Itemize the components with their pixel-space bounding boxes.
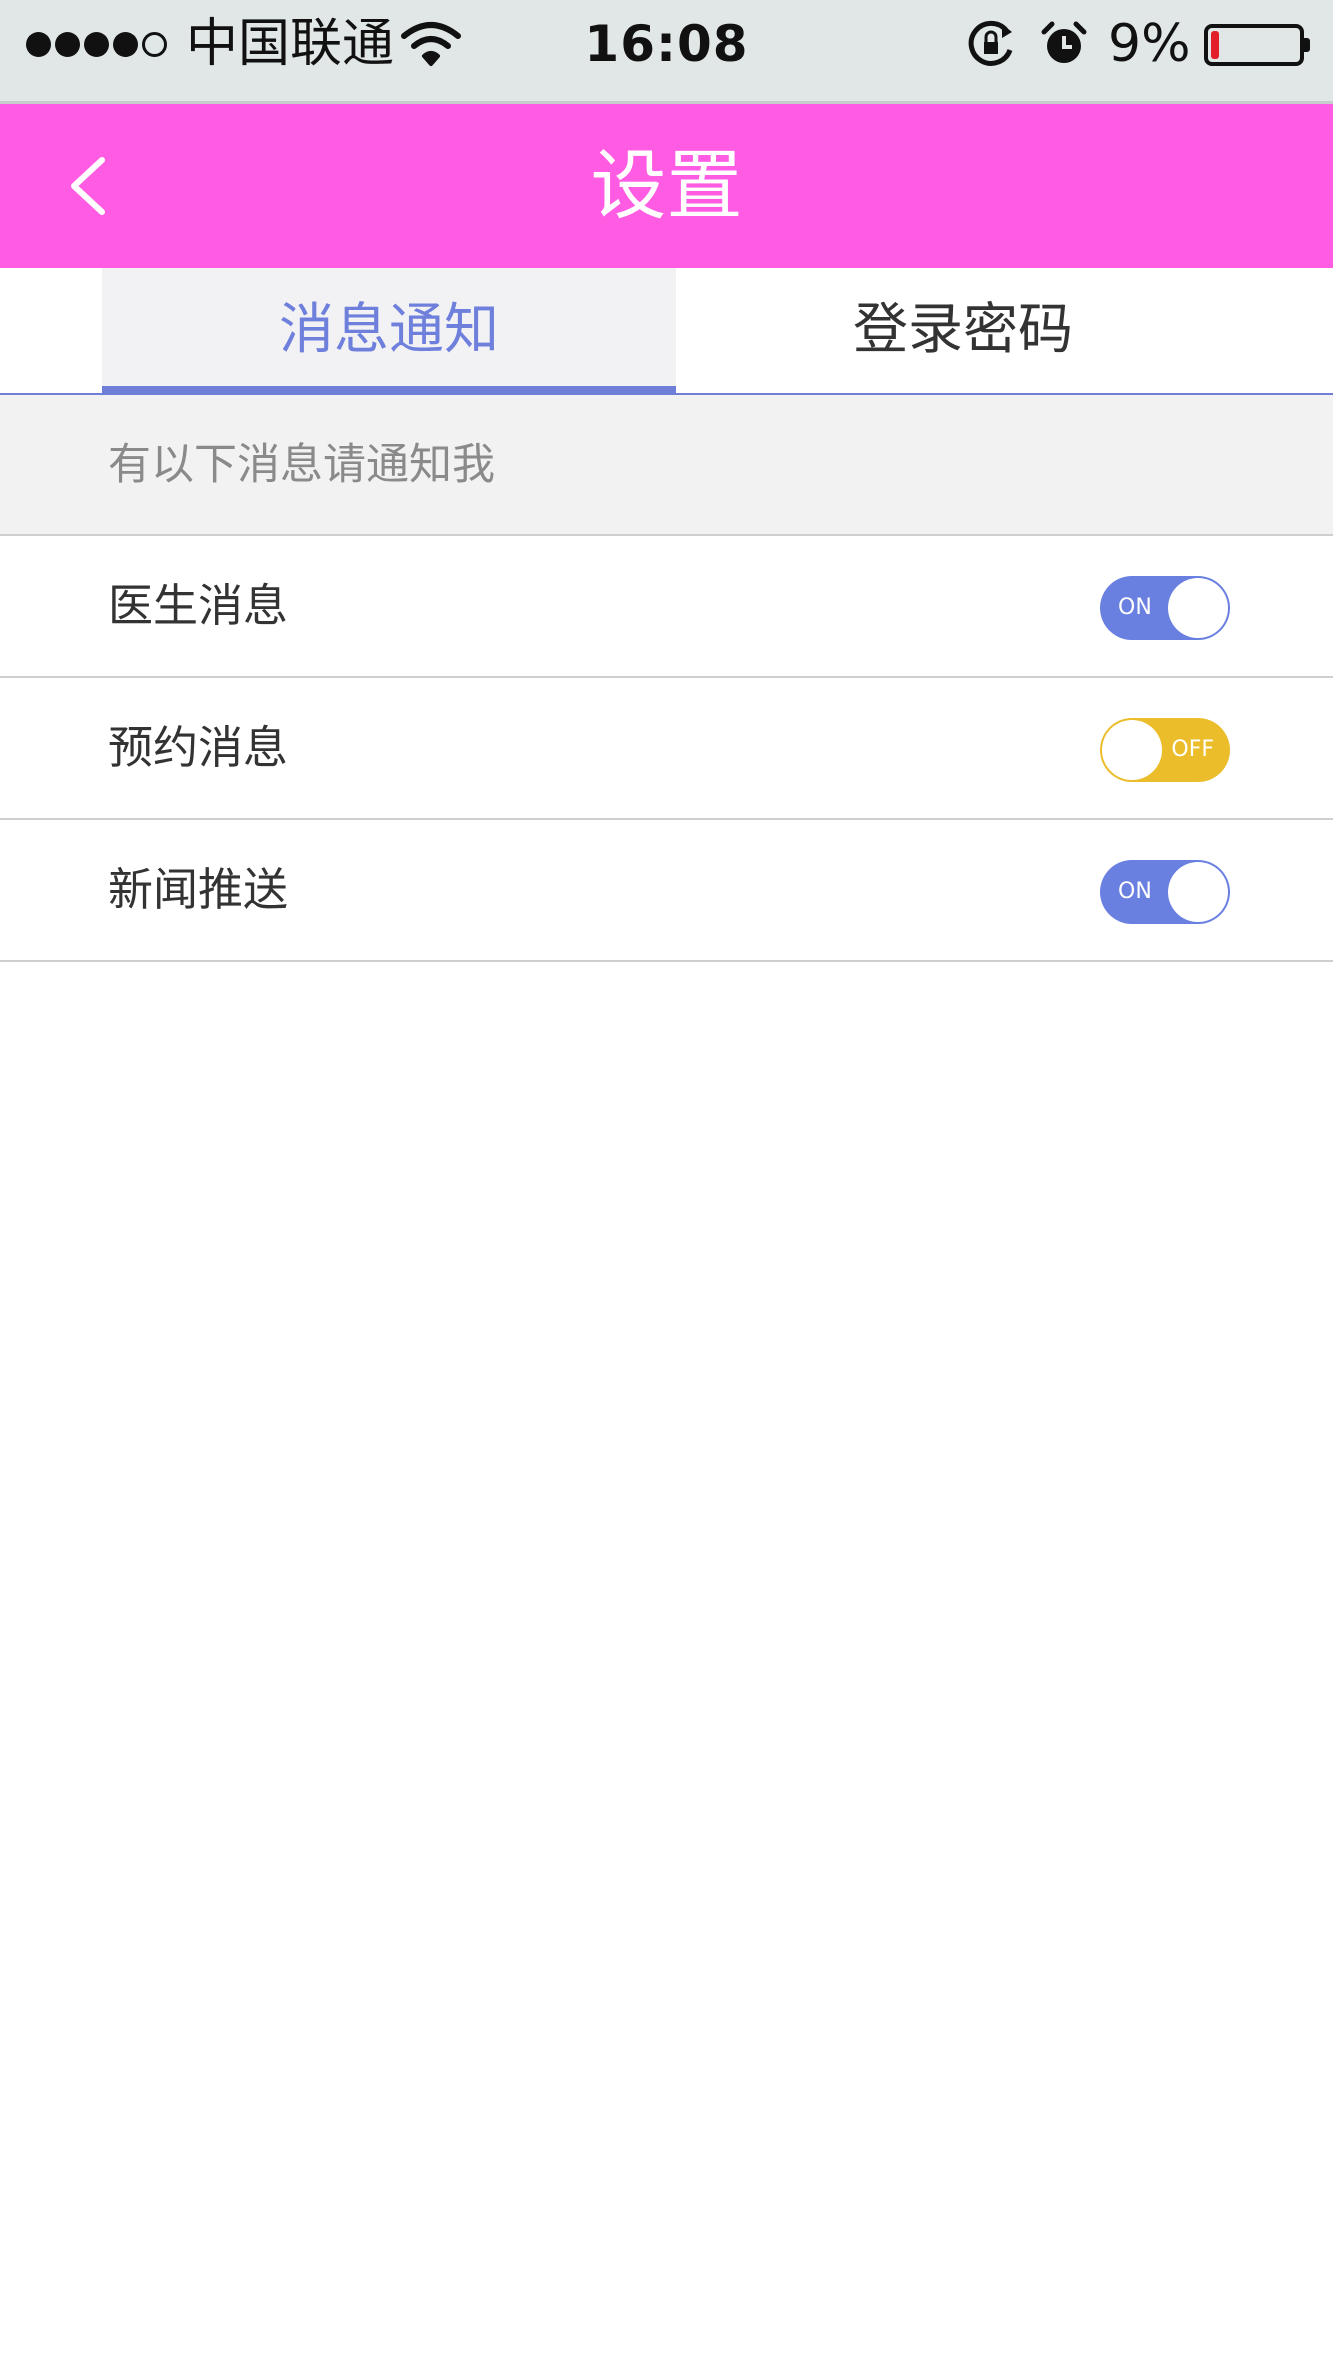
toggle-knob	[1168, 862, 1228, 922]
battery-level	[1211, 31, 1219, 59]
toggle-state-text: OFF	[1171, 737, 1214, 762]
section-header-text: 有以下消息请通知我	[108, 440, 495, 490]
news-push-toggle[interactable]: ON	[1100, 860, 1230, 924]
tab-bar: 消息通知 登录密码	[0, 268, 1333, 395]
setting-row-appointment-messages: 预约消息 OFF	[0, 678, 1333, 820]
doctor-messages-toggle[interactable]: ON	[1100, 576, 1230, 640]
nav-bar: 设置	[0, 104, 1333, 268]
page-title: 设置	[590, 141, 743, 230]
toggle-state-text: ON	[1118, 595, 1152, 620]
rotation-lock-icon	[968, 20, 1013, 66]
setting-label: 预约消息	[108, 721, 289, 774]
alarm-icon	[1041, 21, 1087, 63]
toggle-knob	[1102, 720, 1162, 780]
toggle-knob	[1168, 578, 1228, 638]
setting-label: 医生消息	[108, 579, 289, 632]
section-header: 有以下消息请通知我	[0, 395, 1333, 536]
tab-login-password[interactable]: 登录密码	[676, 268, 1250, 393]
setting-label: 新闻推送	[108, 863, 289, 916]
battery-percent: 9%	[1108, 14, 1191, 74]
battery-icon	[1204, 24, 1310, 66]
appointment-messages-toggle[interactable]: OFF	[1100, 718, 1230, 782]
status-bar: 中国联通 16:08 9%	[0, 0, 1333, 104]
toggle-state-text: ON	[1118, 879, 1152, 904]
setting-row-doctor-messages: 医生消息 ON	[0, 536, 1333, 678]
tab-message-notifications[interactable]: 消息通知	[102, 268, 676, 395]
setting-row-news-push: 新闻推送 ON	[0, 820, 1333, 962]
